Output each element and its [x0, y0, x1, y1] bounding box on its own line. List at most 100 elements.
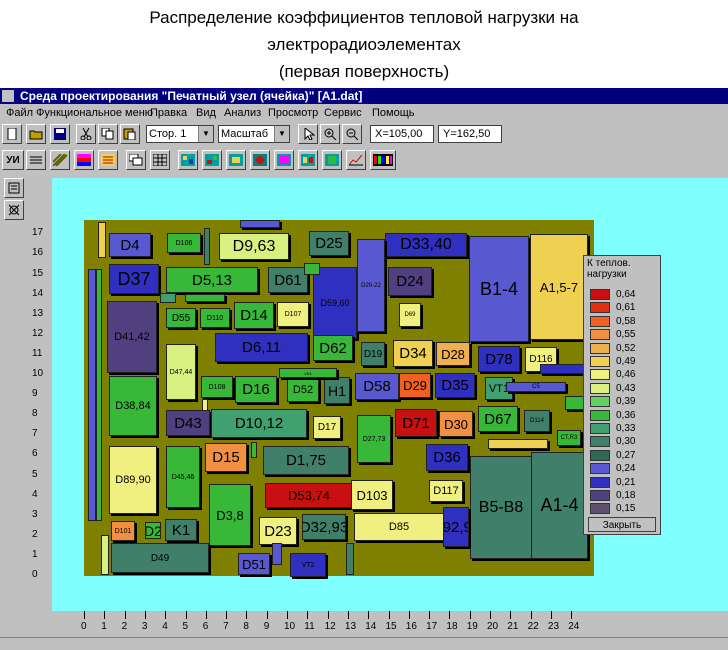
component-d27-73[interactable]: D27,73: [357, 415, 391, 463]
map-button-1[interactable]: [178, 150, 198, 170]
component-d71[interactable]: D71: [395, 409, 437, 437]
zoom-in-button[interactable]: [320, 124, 340, 144]
chevron-down-icon[interactable]: ▼: [274, 126, 289, 142]
component-d89-90[interactable]: D89,90: [109, 446, 157, 514]
gradient-button[interactable]: [74, 150, 94, 170]
component-vt2[interactable]: VT2: [290, 553, 326, 577]
graph-button[interactable]: [346, 150, 366, 170]
component-unlabeled[interactable]: [488, 439, 548, 449]
component-k1[interactable]: K1: [165, 519, 197, 541]
component-d6-11[interactable]: D6,11: [215, 333, 308, 362]
component-d108[interactable]: D108: [201, 376, 233, 398]
component-unlabeled[interactable]: [540, 364, 586, 374]
component-d58[interactable]: D58: [355, 373, 399, 400]
close-legend-button[interactable]: Закрыть: [588, 517, 656, 532]
pointer-button[interactable]: [298, 124, 318, 144]
component-d62[interactable]: D62: [313, 335, 353, 361]
component-d92-94[interactable]: D92,94: [443, 507, 469, 547]
component-d15[interactable]: D15: [205, 443, 247, 472]
component-d106[interactable]: D106: [167, 233, 201, 253]
component-d29[interactable]: D29: [399, 373, 431, 398]
cut-button[interactable]: [76, 124, 96, 144]
component-unlabeled[interactable]: [88, 269, 96, 521]
component-d17[interactable]: D17: [313, 416, 341, 439]
menu-file[interactable]: Файл: [6, 104, 33, 122]
component-d107[interactable]: D107: [277, 302, 309, 327]
component-h1[interactable]: H1: [324, 377, 350, 404]
component-unlabeled[interactable]: [204, 228, 210, 265]
component-unlabeled[interactable]: [202, 399, 208, 411]
component-d30[interactable]: D30: [439, 411, 473, 437]
menu-help[interactable]: Помощь: [372, 104, 415, 122]
component-d53-74[interactable]: D53,74: [265, 483, 353, 508]
component-d52[interactable]: D52: [287, 378, 319, 402]
component-d34[interactable]: D34: [393, 340, 433, 367]
component-d3-8[interactable]: D3,8: [209, 484, 251, 546]
component-b5-b8[interactable]: B5-B8: [470, 456, 532, 559]
component-unlabeled[interactable]: [98, 222, 106, 258]
new-file-button[interactable]: [2, 124, 22, 144]
map-button-3[interactable]: [226, 150, 246, 170]
component-d117[interactable]: D117: [429, 480, 463, 502]
component-d23[interactable]: D23: [259, 517, 297, 545]
chevron-down-icon[interactable]: ▼: [198, 126, 213, 142]
map-button-7[interactable]: [322, 150, 342, 170]
list-button[interactable]: [98, 150, 118, 170]
component-unlabeled[interactable]: [272, 543, 282, 565]
tool-button-2[interactable]: [4, 200, 24, 220]
copy-button[interactable]: [98, 124, 118, 144]
zoom-out-button[interactable]: [342, 124, 362, 144]
component-d16[interactable]: D16: [235, 376, 277, 403]
tool-button-1[interactable]: [4, 178, 24, 198]
component-d103[interactable]: D103: [351, 480, 393, 510]
component-d2[interactable]: D2: [145, 522, 161, 539]
component-d28[interactable]: D28: [436, 342, 470, 366]
component-d67[interactable]: D67: [478, 406, 518, 432]
component-d101[interactable]: D101: [111, 521, 135, 541]
menu-functional[interactable]: Функциональное меню: [36, 104, 153, 122]
component-d10-12[interactable]: D10,12: [211, 409, 307, 438]
component-unlabeled[interactable]: [96, 269, 102, 521]
component-d69[interactable]: D69: [399, 303, 421, 327]
component-d61[interactable]: D61: [268, 267, 308, 293]
component-d4[interactable]: D4: [109, 233, 151, 257]
component-unlabeled[interactable]: [304, 263, 320, 275]
component-unlabeled[interactable]: [240, 220, 280, 228]
component-d43[interactable]: D43: [166, 410, 210, 436]
component-unlabeled[interactable]: [185, 294, 225, 302]
component-d51[interactable]: D51: [238, 553, 270, 575]
component-d32-93[interactable]: D32,93: [302, 514, 346, 540]
component-d9-63[interactable]: D9,63: [219, 233, 289, 260]
component-d19[interactable]: D19: [361, 342, 385, 366]
palette-button[interactable]: [370, 150, 396, 170]
component-d14[interactable]: D14: [234, 302, 274, 329]
component-d1-75[interactable]: D1,75: [263, 446, 349, 475]
component-a1-5-7[interactable]: A1,5-7: [530, 234, 588, 340]
component-d38-84[interactable]: D38,84: [109, 376, 157, 436]
component-unlabeled[interactable]: [101, 535, 109, 575]
ui-button[interactable]: УИ: [2, 150, 24, 170]
component-a1-4[interactable]: A1-4: [531, 452, 588, 559]
component-d49[interactable]: D49: [111, 543, 209, 573]
grid-button[interactable]: [150, 150, 170, 170]
component-d55[interactable]: D55: [166, 308, 196, 328]
menu-view[interactable]: Вид: [196, 104, 216, 122]
scale-select[interactable]: Масштаб ▼: [218, 125, 290, 143]
component-d110[interactable]: D110: [200, 308, 230, 328]
menu-preview[interactable]: Просмотр: [268, 104, 318, 122]
component-d114[interactable]: D114: [524, 410, 550, 432]
map-button-2[interactable]: [202, 150, 222, 170]
map-button-5[interactable]: [274, 150, 294, 170]
save-button[interactable]: [50, 124, 70, 144]
menu-edit[interactable]: Правка: [150, 104, 187, 122]
menu-analysis[interactable]: Анализ: [224, 104, 261, 122]
component-d33-40[interactable]: D33,40: [385, 233, 467, 257]
paste-button[interactable]: [120, 124, 140, 144]
windows-button[interactable]: [126, 150, 146, 170]
component-d20-22[interactable]: D20-22: [357, 239, 385, 332]
component-c5[interactable]: C5: [506, 382, 566, 392]
component-d24[interactable]: D24: [388, 267, 432, 296]
component-b1-4[interactable]: B1-4: [469, 236, 529, 342]
component-unlabeled[interactable]: [346, 543, 354, 575]
menu-service[interactable]: Сервис: [324, 104, 362, 122]
